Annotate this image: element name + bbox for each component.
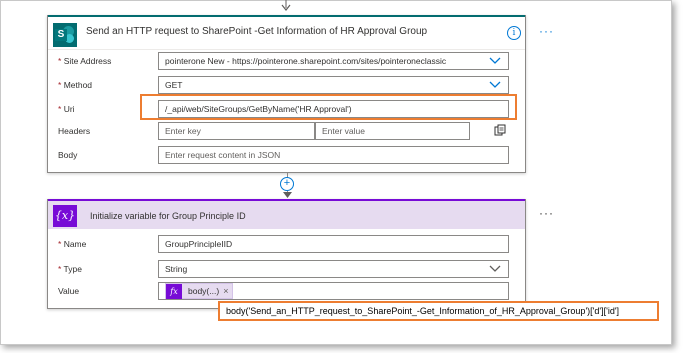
- expression-token[interactable]: fx body(...) ×: [165, 283, 234, 299]
- body-label: Body: [58, 150, 78, 160]
- action-title[interactable]: Send an HTTP request to SharePoint -Get …: [86, 26, 427, 37]
- down-arrow-icon: [281, 0, 291, 11]
- action-title[interactable]: Initialize variable for Group Principle …: [90, 211, 246, 221]
- body-placeholder: Enter request content in JSON: [165, 150, 281, 160]
- method-dropdown[interactable]: GET: [158, 76, 509, 94]
- action-header[interactable]: S Send an HTTP request to SharePoint -Ge…: [48, 15, 553, 50]
- name-label: * Name: [58, 239, 87, 249]
- variable-type-value: String: [165, 264, 188, 274]
- add-step-button[interactable]: +: [280, 177, 294, 191]
- uri-label: * Uri: [58, 104, 75, 114]
- more-options-button[interactable]: ···: [539, 24, 554, 38]
- chevron-down-icon: [489, 81, 501, 88]
- sharepoint-icon: S: [53, 23, 77, 47]
- chevron-down-icon: [489, 57, 501, 64]
- variable-name-input[interactable]: GroupPrincipleIID: [158, 235, 509, 253]
- more-options-button[interactable]: ···: [539, 206, 554, 220]
- expression-text: body('Send_an_HTTP_request_to_SharePoint…: [226, 306, 620, 316]
- token-label: body(...): [188, 286, 220, 296]
- action-header[interactable]: {x} Initialize variable for Group Princi…: [48, 199, 553, 229]
- header-key-input[interactable]: Enter key: [158, 122, 315, 140]
- header-value-placeholder: Enter value: [322, 126, 365, 136]
- function-icon: fx: [166, 283, 182, 299]
- uri-highlight-box: [140, 94, 517, 120]
- copy-icon[interactable]: [494, 124, 506, 136]
- type-label: * Type: [58, 264, 82, 274]
- method-label: * Method: [58, 80, 93, 90]
- chevron-down-icon: [489, 265, 501, 272]
- header-key-placeholder: Enter key: [165, 126, 201, 136]
- site-address-value: pointerone New - https://pointerone.shar…: [165, 56, 447, 66]
- variable-type-dropdown[interactable]: String: [158, 260, 509, 278]
- headers-label: Headers: [58, 126, 91, 136]
- expression-callout: body('Send_an_HTTP_request_to_SharePoint…: [218, 301, 659, 321]
- value-label: Value: [58, 286, 80, 296]
- variable-name-value: GroupPrincipleIID: [165, 239, 233, 249]
- arrow-down-icon: [283, 192, 292, 198]
- remove-token-button[interactable]: ×: [223, 286, 232, 296]
- variable-icon: {x}: [53, 205, 77, 227]
- body-input[interactable]: Enter request content in JSON: [158, 146, 509, 164]
- site-address-label: * Site Address: [58, 56, 112, 66]
- method-value: GET: [165, 80, 183, 90]
- header-value-input[interactable]: Enter value: [315, 122, 470, 140]
- site-address-dropdown[interactable]: pointerone New - https://pointerone.shar…: [158, 52, 509, 70]
- info-icon[interactable]: i: [507, 26, 521, 40]
